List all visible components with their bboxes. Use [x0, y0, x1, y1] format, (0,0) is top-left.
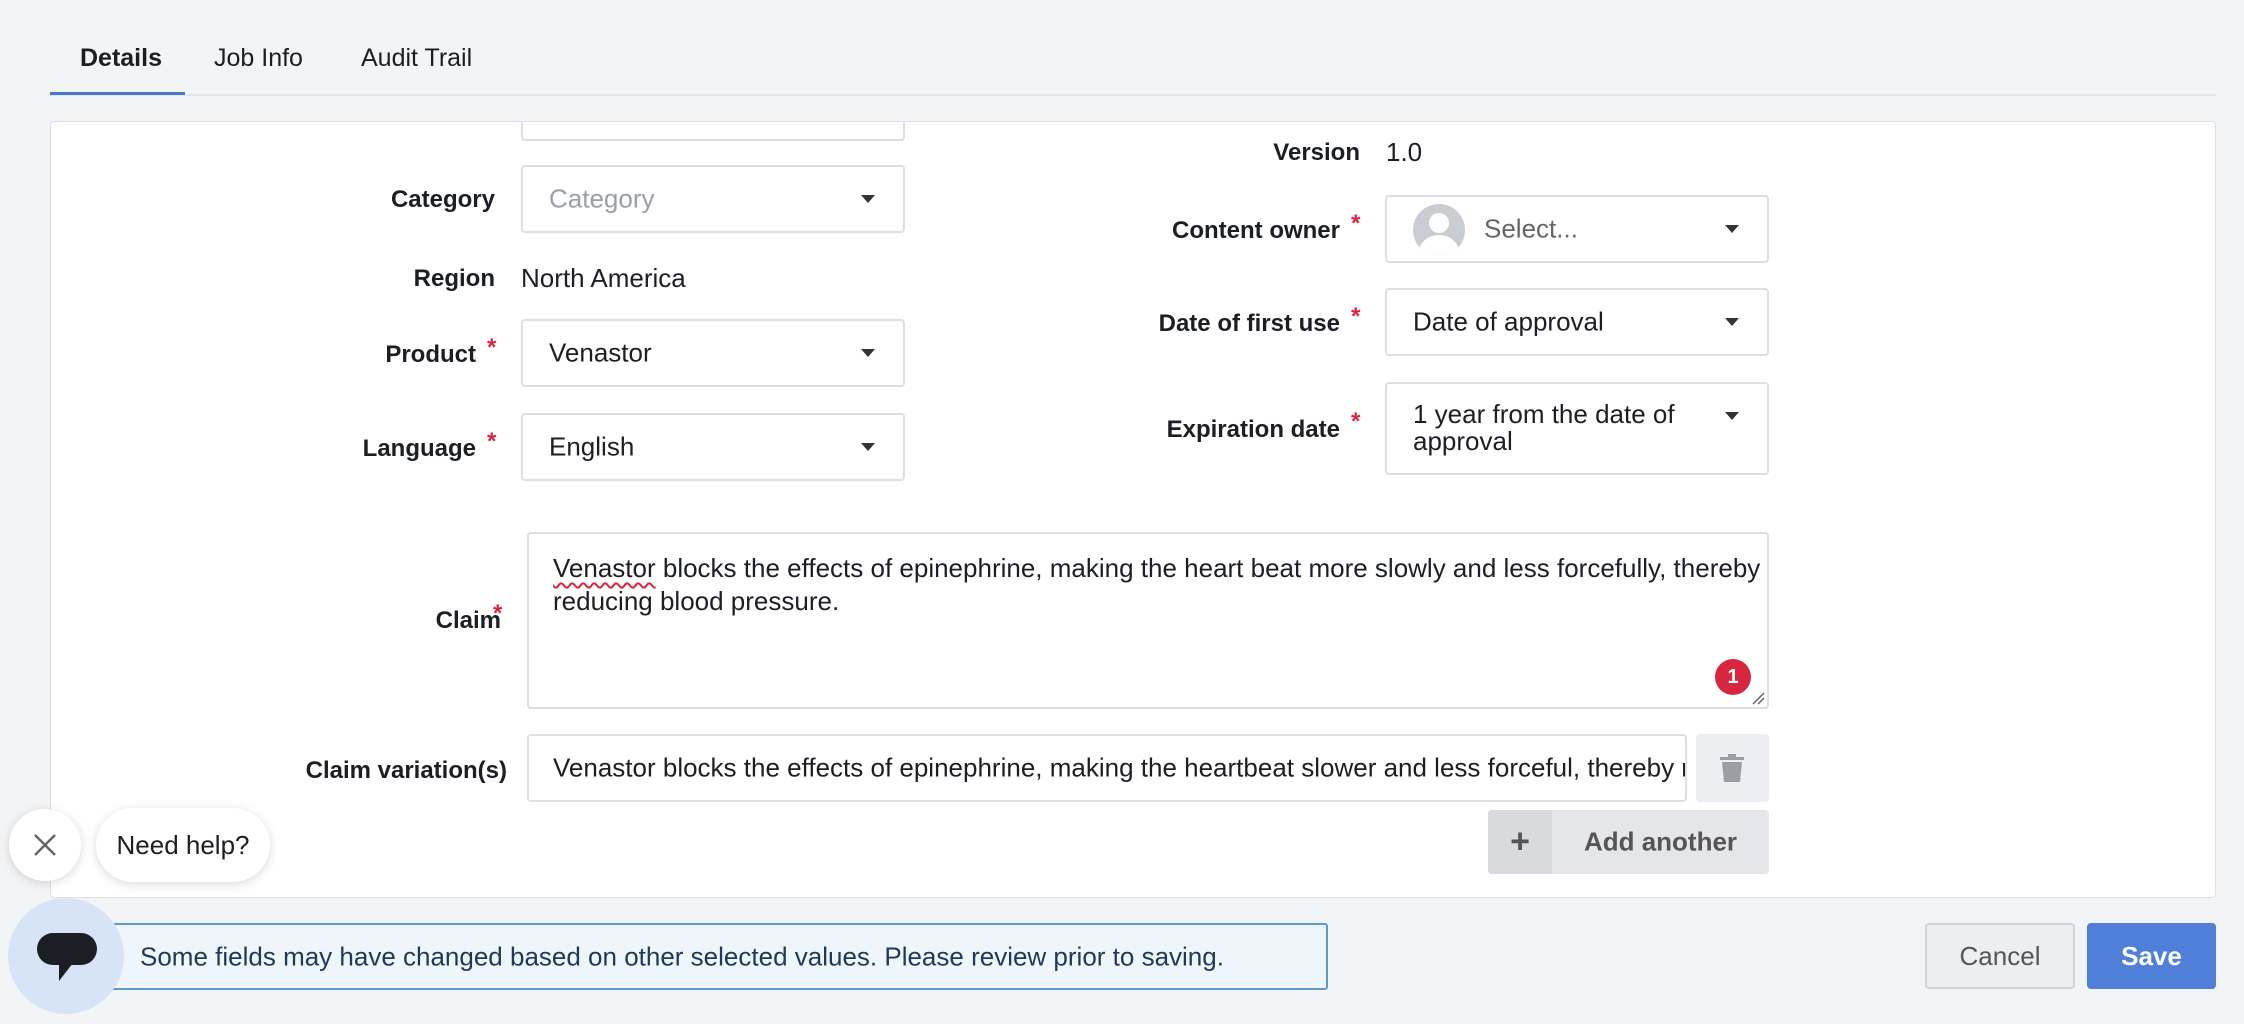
required-indicator: * — [1351, 210, 1361, 237]
chevron-down-icon — [1725, 318, 1739, 326]
chevron-down-icon — [861, 195, 875, 203]
required-indicator: * — [487, 334, 497, 361]
product-value: Venastor — [549, 337, 652, 368]
notification-badge: 1 — [1715, 659, 1751, 695]
tab-audit-trail[interactable]: Audit Trail — [361, 44, 472, 73]
claim-label: Claim — [435, 607, 501, 634]
product-label: Product — [385, 341, 476, 368]
required-indicator: * — [1351, 408, 1361, 435]
review-notice: Some fields may have changed based on ot… — [110, 923, 1328, 990]
tab-job-info[interactable]: Job Info — [214, 44, 303, 73]
chat-launcher-button[interactable] — [8, 898, 124, 1014]
chevron-down-icon — [1725, 412, 1739, 420]
resize-handle-icon[interactable] — [1751, 691, 1765, 705]
content-owner-placeholder: Select... — [1484, 213, 1578, 244]
tab-bar: Details Job Info Audit Trail — [50, 0, 2216, 96]
save-button[interactable]: Save — [2087, 923, 2216, 989]
content-owner-label: Content owner — [1172, 217, 1340, 244]
add-another-button[interactable]: + Add another — [1488, 810, 1769, 874]
chat-icon — [37, 933, 97, 981]
expiration-date-select[interactable]: 1 year from the date of approval — [1385, 382, 1769, 475]
tab-details[interactable]: Details — [80, 44, 162, 73]
close-icon — [34, 834, 56, 856]
content-owner-select[interactable]: Select... — [1385, 195, 1769, 263]
expiration-date-value: 1 year from the date of approval — [1413, 399, 1675, 456]
claim-textarea[interactable]: Venastor blocks the effects of epinephri… — [527, 532, 1769, 709]
claim-variation-input[interactable]: Venastor blocks the effects of epinephri… — [527, 734, 1687, 802]
claim-variation-value: Venastor blocks the effects of epinephri… — [553, 752, 1685, 783]
chevron-down-icon — [1725, 225, 1739, 233]
date-first-use-label: Date of first use — [1158, 310, 1340, 337]
category-placeholder: Category — [549, 183, 655, 214]
plus-icon: + — [1510, 822, 1530, 861]
date-first-use-value: Date of approval — [1413, 306, 1604, 337]
product-select[interactable]: Venastor — [521, 319, 905, 387]
avatar-icon — [1413, 204, 1465, 256]
date-first-use-select[interactable]: Date of approval — [1385, 288, 1769, 356]
claim-variation-label: Claim variation(s) — [305, 757, 507, 784]
category-select[interactable]: Category — [521, 165, 905, 233]
region-label: Region — [413, 265, 495, 292]
trash-icon — [1720, 754, 1744, 782]
notice-text: Some fields may have changed based on ot… — [140, 941, 1224, 971]
delete-variation-button[interactable] — [1696, 734, 1769, 802]
need-help-bubble[interactable]: Need help? — [96, 808, 270, 882]
scrolled-field[interactable] — [521, 122, 905, 141]
spellcheck-word: Venastor — [553, 553, 656, 583]
region-value: North America — [521, 263, 686, 293]
required-indicator: * — [487, 428, 497, 455]
version-label: Version — [1273, 139, 1360, 166]
add-another-label: Add another — [1583, 826, 1738, 857]
language-select[interactable]: English — [521, 413, 905, 481]
language-label: Language — [362, 435, 476, 462]
cancel-button[interactable]: Cancel — [1925, 923, 2075, 989]
version-value: 1.0 — [1386, 137, 1423, 167]
chevron-down-icon — [861, 349, 875, 357]
details-form-panel: Category Category Region North America P… — [50, 121, 2216, 898]
close-help-button[interactable] — [9, 809, 81, 881]
expiration-date-label: Expiration date — [1166, 416, 1340, 443]
chevron-down-icon — [861, 443, 875, 451]
category-label: Category — [390, 186, 495, 213]
language-value: English — [549, 431, 635, 462]
active-tab-indicator — [50, 92, 185, 95]
required-indicator: * — [1351, 303, 1361, 330]
required-indicator: * — [493, 600, 503, 627]
